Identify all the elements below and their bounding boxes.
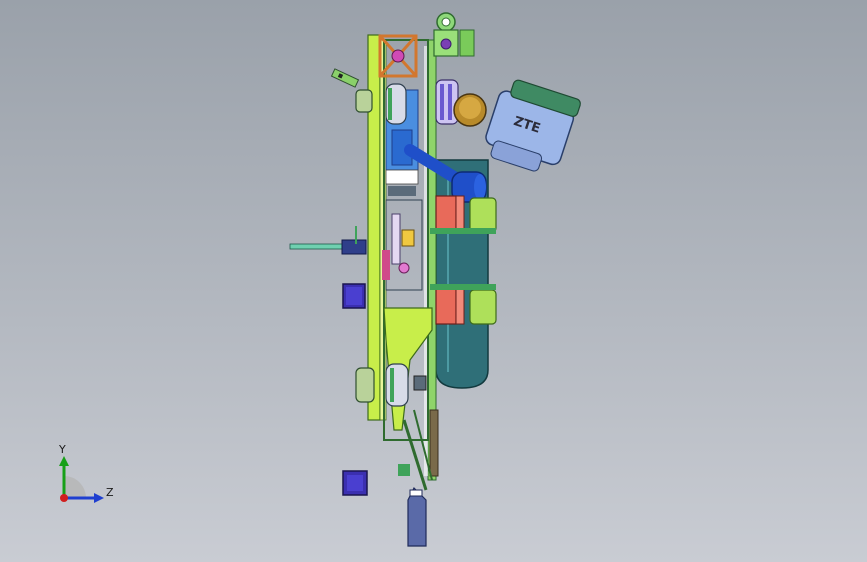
top-valve[interactable] xyxy=(433,12,475,57)
small-sensor[interactable] xyxy=(330,68,360,88)
tool-tip[interactable] xyxy=(407,486,427,547)
clamp-lower[interactable] xyxy=(430,284,497,325)
z-axis-label: Z xyxy=(106,486,114,499)
violet-cube-lower[interactable] xyxy=(342,470,368,496)
y-axis-label: Y xyxy=(58,443,66,456)
lower-arm[interactable] xyxy=(398,409,439,491)
motor-unit[interactable]: ZTE xyxy=(480,76,581,179)
gold-disc[interactable] xyxy=(453,93,487,127)
axis-triad: Y Z xyxy=(58,443,114,503)
mechanical-assembly-model[interactable]: ZTE xyxy=(0,0,867,562)
lower-wheel-stack[interactable] xyxy=(355,363,427,407)
clamp-upper[interactable] xyxy=(430,195,497,234)
cad-viewport[interactable]: ZTE Y Z xyxy=(0,0,867,562)
left-shaft[interactable] xyxy=(289,226,367,255)
violet-cube-upper[interactable] xyxy=(342,283,366,309)
middle-mechanism[interactable] xyxy=(382,199,423,291)
x-axis-dot xyxy=(60,494,68,502)
